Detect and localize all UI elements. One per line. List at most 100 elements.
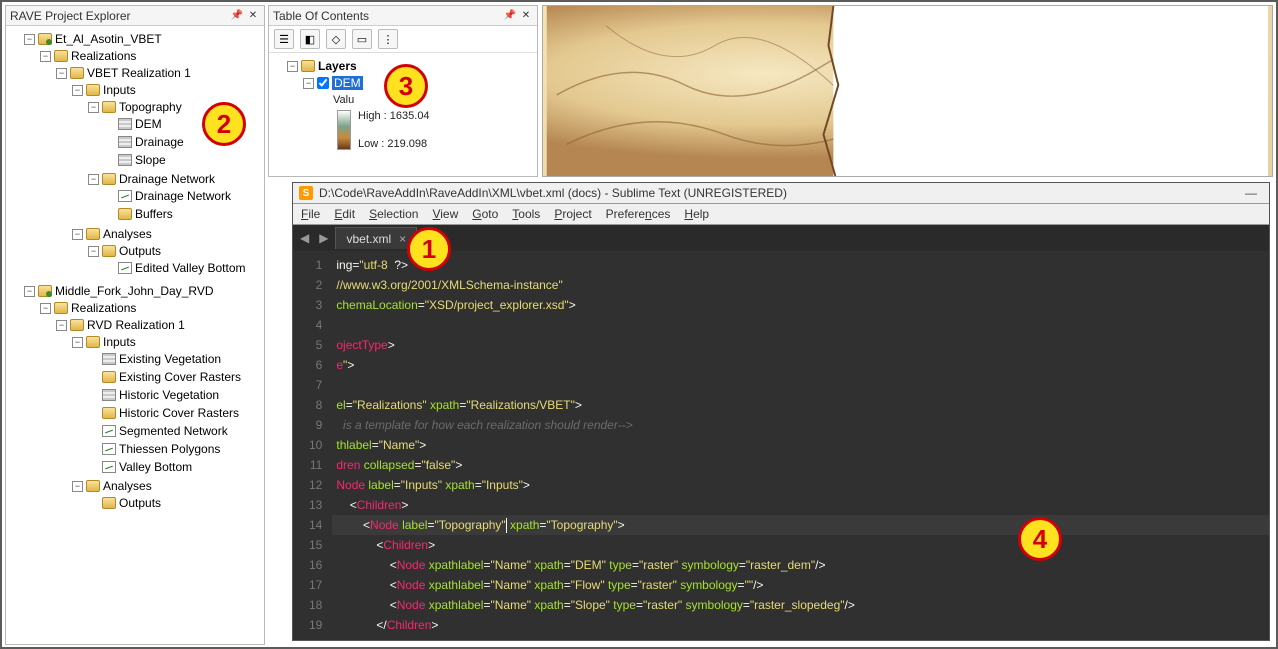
minimize-button[interactable]: —	[1239, 186, 1263, 200]
sublime-icon: S	[299, 186, 313, 200]
callout-badge-4: 4	[1018, 517, 1062, 561]
tree-item[interactable]: Valley Bottom	[119, 460, 192, 474]
tree-item[interactable]: Inputs	[103, 335, 136, 349]
tree-item[interactable]: Slope	[135, 153, 166, 167]
tree-item[interactable]: Et_Al_Asotin_VBET	[55, 32, 162, 46]
expander-icon[interactable]: −	[72, 85, 83, 96]
expander-icon[interactable]: −	[72, 337, 83, 348]
toc-header: Table Of Contents 📌 ✕	[269, 6, 537, 26]
menu-view[interactable]: View	[432, 207, 458, 221]
tree-item[interactable]: Inputs	[103, 83, 136, 97]
expander-icon[interactable]: −	[72, 229, 83, 240]
tree-item[interactable]: Edited Valley Bottom	[135, 261, 246, 275]
expander-icon[interactable]: −	[56, 320, 67, 331]
menu-edit[interactable]: Edit	[334, 207, 355, 221]
legend-high: High : 1635.04	[358, 110, 430, 122]
raster-icon	[102, 353, 116, 365]
tree-item[interactable]: DEM	[135, 117, 162, 131]
tab-next-icon[interactable]: ▶	[316, 231, 331, 245]
close-icon[interactable]: ✕	[246, 9, 260, 23]
tree-item[interactable]: Buffers	[135, 207, 173, 221]
tree-item[interactable]: Realizations	[71, 49, 136, 63]
tree-item[interactable]: Analyses	[103, 227, 152, 241]
tree-item[interactable]: Middle_Fork_John_Day_RVD	[55, 284, 214, 298]
menu-selection[interactable]: Selection	[369, 207, 418, 221]
tree-item[interactable]: Thiessen Polygons	[119, 442, 220, 456]
tree-item[interactable]: Drainage	[135, 135, 184, 149]
tab-vbet-xml[interactable]: vbet.xml ×	[335, 227, 417, 249]
toc-layer-dem[interactable]: DEM	[332, 76, 363, 90]
options-button[interactable]: ⋮	[378, 29, 398, 49]
tab-close-icon[interactable]: ×	[399, 232, 406, 246]
menu-preferences[interactable]: Preferences	[606, 207, 671, 221]
tree-item[interactable]: Existing Cover Rasters	[119, 370, 241, 384]
folder-icon	[102, 173, 116, 185]
code-area[interactable]: ing="utf-8 ?>//www.w3.org/2001/XMLSchema…	[332, 251, 1269, 640]
folder-icon	[102, 245, 116, 257]
sublime-menubar: File Edit Selection View Goto Tools Proj…	[293, 204, 1269, 225]
legend-low: Low : 219.098	[358, 138, 430, 150]
tree-item[interactable]: Existing Vegetation	[119, 352, 221, 366]
dem-hillshade	[543, 6, 1272, 176]
toc-title: Table Of Contents	[273, 9, 501, 23]
list-by-selection-button[interactable]: ▭	[352, 29, 372, 49]
expander-icon[interactable]: −	[24, 34, 35, 45]
expander-icon[interactable]: −	[303, 78, 314, 89]
tree-item[interactable]: Realizations	[71, 301, 136, 315]
tree-item[interactable]: Outputs	[119, 496, 161, 510]
pin-icon[interactable]: 📌	[230, 9, 244, 23]
list-by-visibility-button[interactable]: ◇	[326, 29, 346, 49]
menu-goto[interactable]: Goto	[472, 207, 498, 221]
rave-title: RAVE Project Explorer	[10, 9, 228, 23]
tree-item[interactable]: Analyses	[103, 479, 152, 493]
tree-item[interactable]: VBET Realization 1	[87, 66, 191, 80]
toc-layers[interactable]: Layers	[318, 59, 357, 73]
sublime-titlebar[interactable]: S D:\Code\RaveAddIn\RaveAddIn\XML\vbet.x…	[293, 183, 1269, 204]
folder-icon	[70, 67, 84, 79]
raster-icon	[102, 389, 116, 401]
folder-icon	[118, 208, 132, 220]
tree-item[interactable]: RVD Realization 1	[87, 318, 185, 332]
layer-visibility-checkbox[interactable]	[317, 77, 329, 89]
tree-item[interactable]: Historic Vegetation	[119, 388, 219, 402]
menu-project[interactable]: Project	[554, 207, 591, 221]
rave-tree[interactable]: −Et_Al_Asotin_VBET −Realizations −VBET R…	[6, 26, 264, 520]
folder-icon	[102, 497, 116, 509]
tree-item[interactable]: Drainage Network	[119, 172, 215, 186]
rave-explorer-panel: RAVE Project Explorer 📌 ✕ −Et_Al_Asotin_…	[5, 5, 265, 645]
map-view[interactable]	[542, 5, 1273, 177]
polygon-icon	[118, 262, 132, 274]
expander-icon[interactable]: −	[24, 286, 35, 297]
list-by-source-button[interactable]: ◧	[300, 29, 320, 49]
line-gutter: 12345678910111213141516171819	[293, 251, 332, 640]
polygon-icon	[102, 461, 116, 473]
folder-icon	[102, 101, 116, 113]
color-ramp-icon	[337, 110, 351, 150]
raster-icon	[118, 118, 132, 130]
rave-header: RAVE Project Explorer 📌 ✕	[6, 6, 264, 26]
tree-item[interactable]: Topography	[119, 100, 182, 114]
menu-file[interactable]: File	[301, 207, 320, 221]
list-by-drawing-order-button[interactable]: ☰	[274, 29, 294, 49]
tree-item[interactable]: Drainage Network	[135, 189, 231, 203]
tree-item[interactable]: Outputs	[119, 244, 161, 258]
expander-icon[interactable]: −	[40, 303, 51, 314]
close-icon[interactable]: ✕	[519, 9, 533, 23]
tab-prev-icon[interactable]: ◀	[297, 231, 312, 245]
expander-icon[interactable]: −	[88, 246, 99, 257]
expander-icon[interactable]: −	[88, 102, 99, 113]
tree-item[interactable]: Segmented Network	[119, 424, 228, 438]
expander-icon[interactable]: −	[88, 174, 99, 185]
expander-icon[interactable]: −	[40, 51, 51, 62]
folder-icon	[102, 371, 116, 383]
folder-icon	[102, 407, 116, 419]
expander-icon[interactable]: −	[72, 481, 83, 492]
code-editor[interactable]: 12345678910111213141516171819 ing="utf-8…	[293, 251, 1269, 640]
menu-tools[interactable]: Tools	[512, 207, 540, 221]
tree-item[interactable]: Historic Cover Rasters	[119, 406, 239, 420]
expander-icon[interactable]: −	[287, 61, 298, 72]
layers-icon	[301, 60, 315, 72]
expander-icon[interactable]: −	[56, 68, 67, 79]
pin-icon[interactable]: 📌	[503, 9, 517, 23]
menu-help[interactable]: Help	[684, 207, 709, 221]
